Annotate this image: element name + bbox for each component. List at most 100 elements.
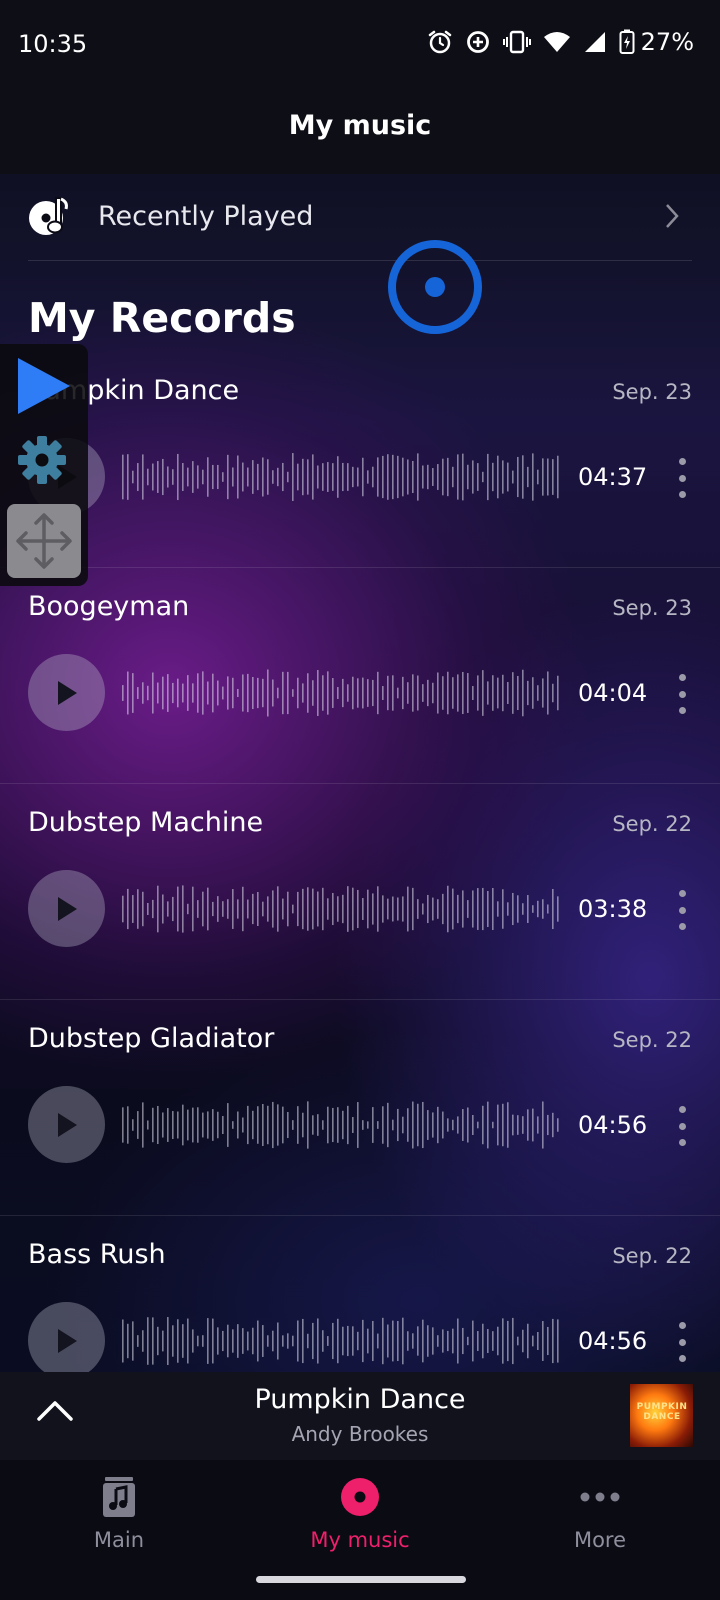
waveform-bar [127,888,129,930]
waveform-bar [467,1336,469,1346]
waveform-bar [532,1108,534,1142]
play-button[interactable] [28,870,105,947]
waveform-bar [142,1102,144,1148]
waveform-bar [127,1323,129,1359]
waveform-bar [242,886,244,932]
waveform-bar [182,1104,184,1146]
record-item[interactable]: Pumpkin Dance Sep. 23 04:37 [0,352,720,568]
record-duration: 03:38 [578,895,648,923]
waveform-bar [402,1116,404,1134]
waveform[interactable] [121,1100,563,1150]
waveform-bar [217,896,219,922]
waveform-bar [272,470,274,484]
album-art[interactable]: PUMPKIN DANCE [630,1384,693,1447]
record-duration: 04:37 [578,463,648,491]
more-options-icon[interactable] [674,890,690,930]
waveform-bar [192,886,194,932]
waveform[interactable] [121,1316,563,1366]
waveform-bar [457,894,459,924]
waveform-bar [462,453,464,501]
waveform-bar [207,457,209,497]
waveform-bar [377,886,379,932]
waveform-bar [462,1327,464,1355]
waveform-bar [277,886,279,932]
waveform-bar [327,1106,329,1144]
nav-item-main[interactable]: Main [39,1474,199,1552]
waveform-bar [392,454,394,500]
waveform-bar [252,1327,254,1355]
waveform-bar [397,897,399,921]
play-button[interactable] [28,1086,105,1163]
play-icon [57,680,77,705]
waveform-bar [492,1331,494,1351]
waveform-bar [137,1111,139,1139]
waveform-bar [472,890,474,928]
record-item[interactable]: Boogeyman Sep. 23 04:04 [0,568,720,784]
more-options-icon[interactable] [674,458,690,498]
waveform-bar [132,673,134,713]
waveform-bar [352,1326,354,1356]
overlay-gear-icon[interactable] [16,434,68,486]
waveform-bar [457,454,459,500]
waveform-bar [157,461,159,493]
waveform-bar [332,1107,334,1143]
waveform-bar [487,681,489,705]
waveform-bar [257,677,259,709]
waveform-bar [362,1319,364,1363]
waveform-bar [177,886,179,932]
record-item[interactable]: Dubstep Machine Sep. 22 03:38 [0,784,720,1000]
waveform-bar [217,464,219,490]
waveform-bar [522,1116,524,1134]
more-options-icon[interactable] [674,1106,690,1146]
waveform-bar [407,1331,409,1351]
waveform-bar [172,682,174,704]
more-options-icon[interactable] [674,674,690,714]
waveform[interactable] [121,668,563,718]
waveform-bar [357,1331,359,1351]
waveform-bar [412,1333,414,1349]
nav-item-my-music[interactable]: My music [280,1474,440,1552]
waveform-bar [222,472,224,482]
waveform-bar [442,1111,444,1139]
waveform-bar [167,901,169,917]
overlay-move-handle[interactable] [7,504,81,578]
more-options-icon[interactable] [674,1322,690,1362]
overlay-play-icon[interactable] [14,354,72,418]
waveform-bar [192,461,194,493]
waveform-bar [142,454,144,500]
touch-indicator-dot [425,277,445,297]
play-button[interactable] [28,1302,105,1372]
waveform-bar [142,1330,144,1352]
waveform-bar [442,458,444,496]
waveform[interactable] [121,452,563,502]
waveform-bar [477,675,479,711]
waveform[interactable] [121,884,563,934]
waveform-bar [167,674,169,712]
waveform-bar [227,454,229,500]
waveform-bar [362,898,364,920]
waveform-bar [467,1107,469,1143]
recently-played-row[interactable]: Recently Played [0,174,720,260]
record-item[interactable]: Dubstep Gladiator Sep. 22 04:56 [0,1000,720,1216]
waveform-bar [357,678,359,708]
waveform-bar [137,889,139,929]
waveform-bar [272,679,274,707]
mini-player[interactable]: Pumpkin Dance Andy Brookes PUMPKIN DANCE [0,1372,720,1460]
waveform-bar [502,460,504,494]
nav-item-more[interactable]: More [520,1474,680,1552]
waveform-bar [522,903,524,915]
waveform-bar [282,898,284,920]
waveform-bar [162,676,164,710]
waveform-bar [542,1321,544,1361]
waveform-bar [362,677,364,709]
waveform-bar [502,1318,504,1364]
record-item[interactable]: Bass Rush Sep. 22 04:56 [0,1216,720,1372]
waveform-bar [497,1326,499,1356]
waveform-bar [142,682,144,704]
play-button[interactable] [28,654,105,731]
waveform-bar [352,887,354,931]
home-indicator[interactable] [256,1576,466,1583]
waveform-bar [342,1110,344,1140]
waveform-bar [272,1330,274,1352]
waveform-bar [127,454,129,500]
